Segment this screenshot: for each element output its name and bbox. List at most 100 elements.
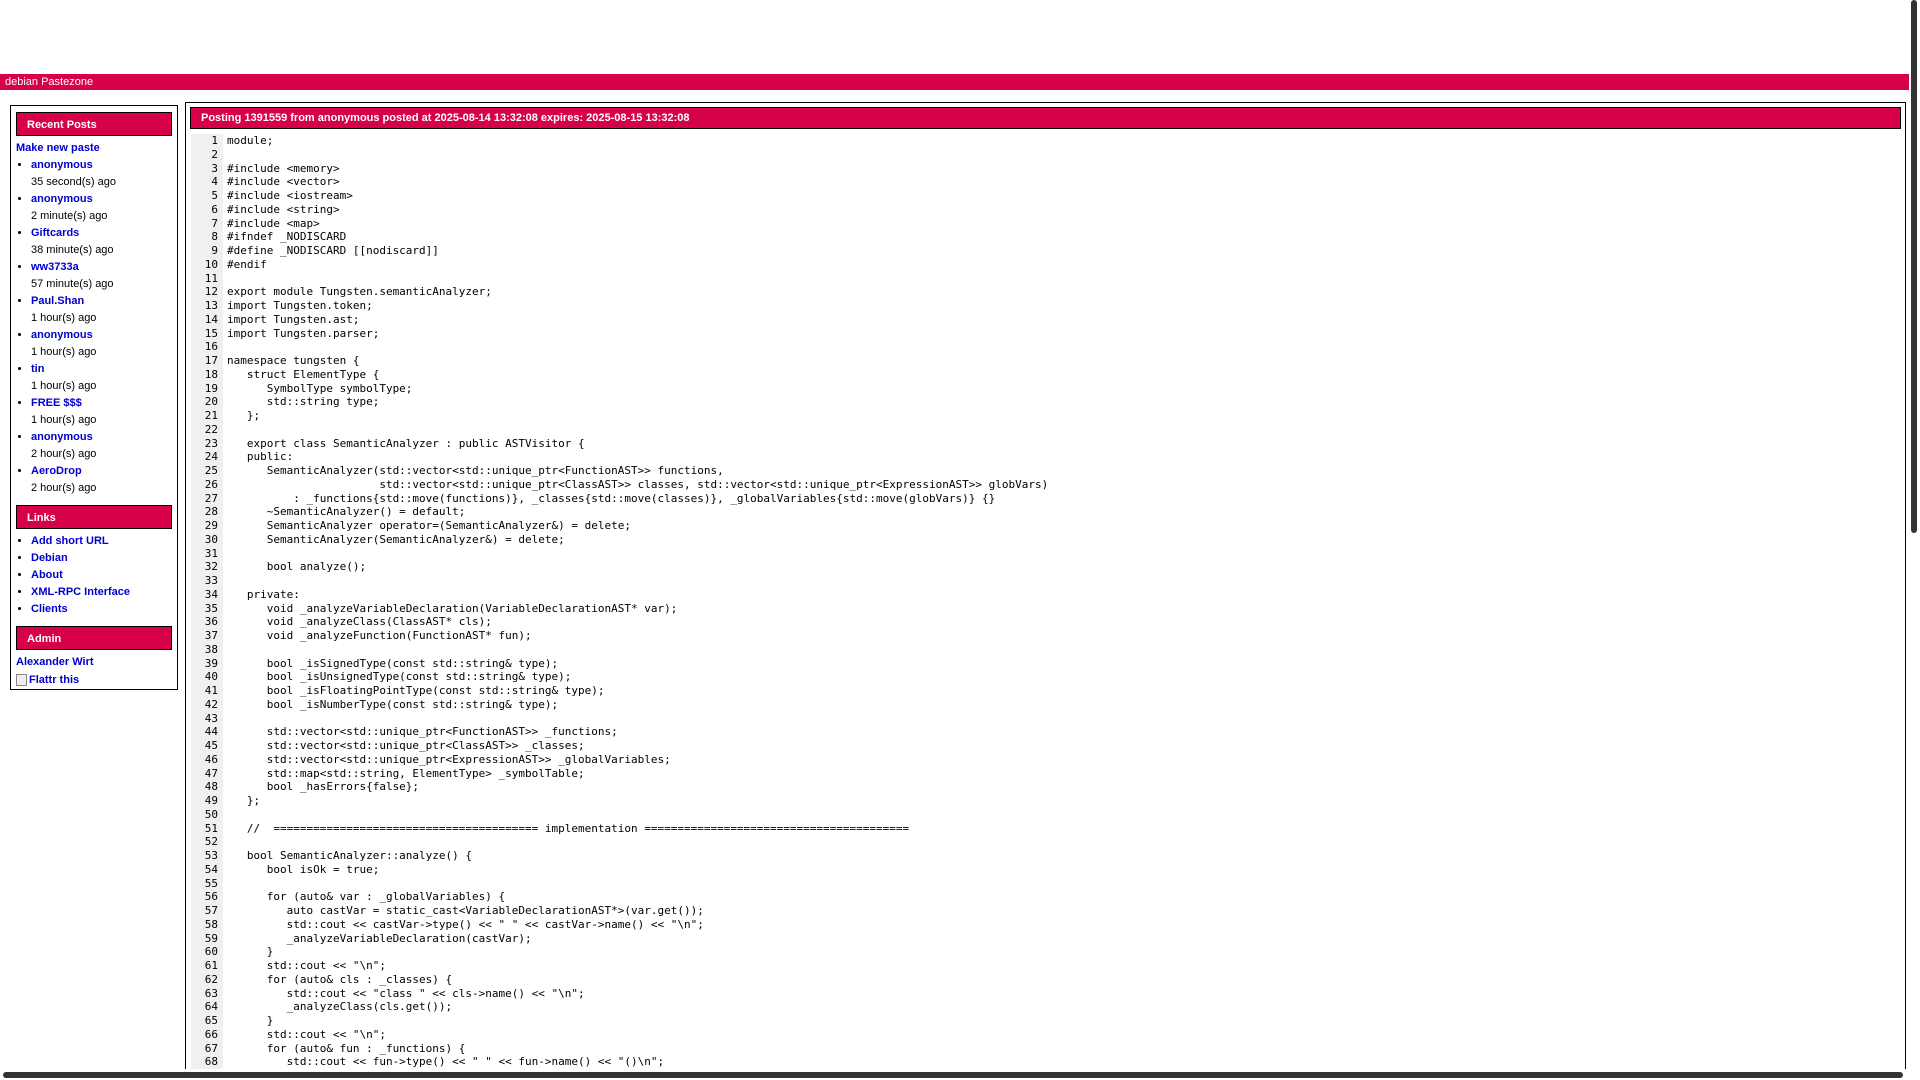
code-block[interactable]: 1 2 3 4 5 6 7 8 9 10 11 12 13 14 15 16 17 18 19 20 21 22 23 24 2… [191, 134, 1900, 1080]
code-line: void _analyzeVariableDeclaration(Variabl… [227, 601, 678, 615]
horizontal-scrollbar[interactable] [0, 1069, 1909, 1080]
line-number: 50 [204, 807, 218, 821]
recent-post-item: ww3733a 57 minute(s) ago [31, 259, 172, 293]
code-line: export class SemanticAnalyzer : public A… [227, 436, 585, 450]
make-new-paste-link[interactable]: Make new paste [16, 140, 172, 157]
line-number: 59 [204, 931, 218, 945]
line-number: 26 [204, 477, 218, 491]
admin-title: Admin [16, 626, 172, 650]
line-number: 49 [204, 794, 218, 807]
recent-post-author-link[interactable]: FREE $$$ [31, 397, 82, 409]
link-xml-rpc-interface[interactable]: XML-RPC Interface [31, 586, 130, 598]
line-number: 58 [204, 917, 218, 931]
code-line: #include <vector> [227, 175, 340, 189]
code-lines[interactable]: module; #include <memory> #include <vector… [223, 134, 1048, 1080]
recent-post-author-link[interactable]: ww3733a [31, 261, 79, 273]
code-line: bool _isSignedType(const std::string& ty… [227, 656, 559, 670]
line-number: 11 [204, 271, 218, 285]
line-number: 1 [211, 134, 218, 147]
recent-post-author-link[interactable]: anonymous [31, 193, 93, 205]
code-line: std::cout << fun->type() << " " << fun->… [227, 1055, 665, 1069]
line-number: 47 [204, 766, 218, 780]
code-line: for (auto& fun : _functions) { [227, 1041, 466, 1055]
code-line: std::cout << castVar->type() << " " << c… [227, 917, 704, 931]
line-number: 39 [204, 656, 218, 670]
recent-post-time: 38 minute(s) ago [31, 244, 114, 256]
recent-post-author-link[interactable]: Paul.Shan [31, 295, 84, 307]
recent-post-time: 2 hour(s) ago [31, 482, 97, 494]
links-item: Clients [31, 601, 172, 618]
code-line: std::cout << "\n"; [227, 959, 386, 972]
flattr-image-icon [16, 673, 27, 686]
flattr-button[interactable]: Flattr this [16, 671, 172, 688]
code-line: bool isOk = true; [227, 862, 380, 876]
line-number: 55 [204, 876, 218, 890]
code-line: #include <string> [227, 202, 340, 216]
code-line: } [227, 1014, 274, 1027]
code-line: #endif [227, 257, 267, 271]
line-number: 18 [204, 367, 218, 381]
links-item: About [31, 567, 172, 584]
code-line: bool analyze(); [227, 560, 367, 574]
line-number: 13 [204, 299, 218, 312]
line-number: 34 [204, 587, 218, 601]
line-number: 40 [204, 670, 218, 684]
line-number: 48 [204, 780, 218, 794]
recent-post-item: FREE $$$ 1 hour(s) ago [31, 395, 172, 429]
recent-post-author-link[interactable]: anonymous [31, 159, 93, 171]
code-line: }; [227, 794, 261, 807]
recent-post-time: 2 minute(s) ago [31, 210, 108, 222]
recent-post-time: 57 minute(s) ago [31, 278, 114, 290]
code-line: #define _NODISCARD [[nodiscard]] [227, 244, 439, 257]
line-number: 46 [204, 752, 218, 766]
line-number: 22 [204, 422, 218, 436]
line-number: 65 [204, 1014, 218, 1027]
recent-post-author-link[interactable]: anonymous [31, 431, 93, 443]
recent-post-item: anonymous 2 minute(s) ago [31, 191, 172, 225]
code-line: #include <iostream> [227, 189, 353, 202]
vertical-scrollbar[interactable] [1909, 0, 1920, 1080]
code-line: export module Tungsten.semanticAnalyzer; [227, 285, 492, 299]
line-number: 64 [204, 1000, 218, 1014]
recent-post-author-link[interactable]: Giftcards [31, 227, 79, 239]
line-number: 27 [204, 491, 218, 505]
line-number: 36 [204, 615, 218, 629]
flattr-label: Flattr this [29, 673, 80, 686]
code-line: #include <map> [227, 216, 320, 230]
code-line: public: [227, 450, 294, 464]
code-line: namespace tungsten { [227, 354, 360, 367]
link-debian[interactable]: Debian [31, 552, 68, 564]
line-number: 16 [204, 340, 218, 354]
code-line: SemanticAnalyzer(SemanticAnalyzer&) = de… [227, 532, 565, 546]
admin-name-link[interactable]: Alexander Wirt [16, 654, 172, 671]
vertical-scrollbar-thumb[interactable] [1911, 0, 1917, 533]
line-number: 56 [204, 890, 218, 904]
code-line: } [227, 945, 274, 959]
code-line: _analyzeClass(cls.get()); [227, 1000, 453, 1014]
recent-post-author-link[interactable]: AeroDrop [31, 465, 82, 477]
line-number: 51 [204, 821, 218, 835]
recent-post-author-link[interactable]: anonymous [31, 329, 93, 341]
code-line: SemanticAnalyzer(std::vector<std::unique… [227, 464, 724, 477]
site-title-bar: debian Pastezone [0, 74, 1909, 90]
code-line: }; [227, 409, 261, 422]
line-number: 52 [204, 835, 218, 849]
line-number: 15 [204, 326, 218, 340]
recent-post-author-link[interactable]: tin [31, 363, 44, 375]
horizontal-scrollbar-thumb[interactable] [3, 1072, 1903, 1078]
code-line: import Tungsten.token; [227, 299, 373, 312]
links-title: Links [16, 505, 172, 529]
links-item: Debian [31, 550, 172, 567]
link-clients[interactable]: Clients [31, 603, 68, 615]
recent-post-time: 1 hour(s) ago [31, 312, 97, 324]
code-line: std::cout << "\n"; [227, 1027, 386, 1041]
line-number: 67 [204, 1041, 218, 1055]
code-line: // =====================================… [227, 821, 910, 835]
link-add-short-url[interactable]: Add short URL [31, 535, 109, 547]
line-number: 63 [204, 986, 218, 1000]
link-about[interactable]: About [31, 569, 63, 581]
